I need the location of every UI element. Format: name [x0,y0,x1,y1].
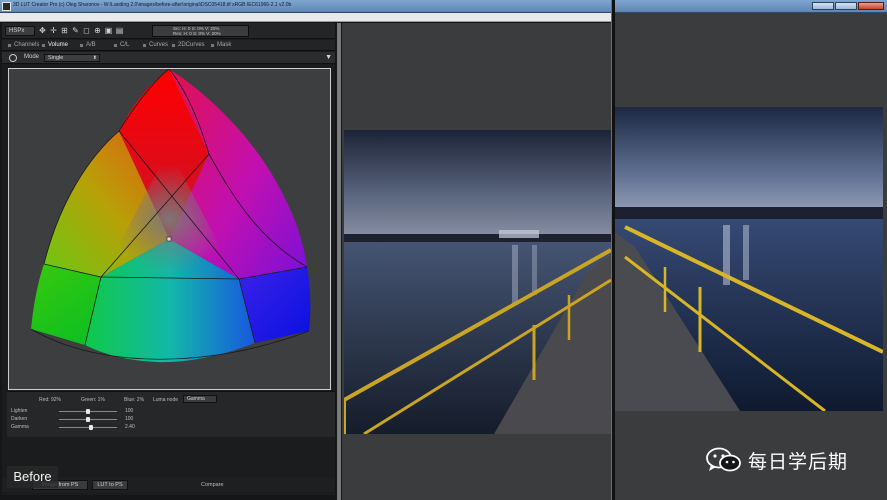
color-readout: Src: H: 0 S: 0% V: 20% Res: H: 0 S: 0% V… [152,25,249,37]
before-photo [344,130,611,434]
result-readout: Res: H: 0 S: 0% V: 20% [173,31,221,36]
tab-channels[interactable]: Channels [8,41,39,50]
mode-circle-icon[interactable] [9,54,17,62]
lighten-value: 100 [125,408,134,414]
green-value: Green: 1% [81,397,105,403]
image-viewer-after [615,13,887,500]
darken-label: Darken [11,416,28,422]
move-tool-icon[interactable]: ✥ [38,26,47,36]
adjust-panel: Red: 92% Green: 1% Blue: 2% Luma node Ga… [7,391,335,437]
after-photo [615,107,883,411]
mode-select[interactable]: Single [44,54,100,62]
zoom-tool-icon[interactable]: ⊕ [93,26,102,36]
tool-panel: HSPx ✥ ✛ ⊞ ✎ ◻ ⊕ ▣ ▤ Src: H: 0 S: 0% V: … [2,23,335,495]
app-icon [2,2,11,11]
app-window: 3D LUT Creator Pro (c) Oleg Sharonov - W… [0,0,887,500]
maximize-button[interactable] [835,2,857,10]
gamma-value: 2.40 [125,424,135,430]
watermark: 每日学后期 [706,447,848,473]
grid-tool-icon[interactable]: ⊞ [60,26,69,36]
watermark-text: 每日学后期 [748,451,849,473]
picture-tool-icon[interactable]: ▣ [104,26,113,36]
gamma-label: Gamma [11,424,29,430]
darken-value: 100 [125,416,134,422]
title-bar: 3D LUT Creator Pro (c) Oleg Sharonov - W… [0,0,887,13]
close-button[interactable] [858,2,884,10]
tab-2dcurves[interactable]: 2DCurves [172,41,205,50]
move-points-tool-icon[interactable]: ✛ [49,26,58,36]
lighten-slider-knob[interactable] [86,409,90,414]
tab-volume[interactable]: Volume [42,41,68,50]
luma-node-select[interactable]: Gamma [183,395,217,403]
volume-center-handle[interactable] [166,236,172,242]
wechat-icon [706,447,742,473]
reset-tool-icon[interactable]: ▤ [115,26,124,36]
minimize-button[interactable] [812,2,834,10]
mode-label: Mode [24,54,40,60]
tab-ab[interactable]: A/B [80,41,96,50]
tab-bar: Channels Volume A/B C/L Curves 2DCurves … [2,40,335,51]
color-volume-plot[interactable] [9,69,330,389]
toolbar: HSPx ✥ ✛ ⊞ ✎ ◻ ⊕ ▣ ▤ Src: H: 0 S: 0% V: … [2,23,335,39]
compare-button[interactable]: Compare [201,482,224,488]
image-viewer-before [342,23,611,500]
panel-menu-icon[interactable]: ▼ [325,54,332,61]
window-title: 3D LUT Creator Pro (c) Oleg Sharonov - W… [13,2,292,8]
lut-to-ps-button[interactable]: LUT to PS [92,480,128,490]
tab-mask[interactable]: Mask [211,41,231,50]
gamma-slider-knob[interactable] [88,425,93,430]
eyedropper-tool-icon[interactable]: ✎ [71,26,80,36]
panel-splitter[interactable] [337,23,341,500]
lighten-label: Lighten [11,408,28,414]
colorspace-select[interactable]: HSPx [5,26,35,36]
selection-tool-icon[interactable]: ◻ [82,26,91,36]
tab-curves[interactable]: Curves [143,41,168,50]
before-overlay-label: Before [7,466,58,488]
luma-label: Luma node [153,397,179,403]
mode-bar: Mode Single ▼ [2,52,335,64]
volume-canvas[interactable] [8,68,331,390]
blue-value: Blue: 2% [124,397,145,403]
tab-cl[interactable]: C/L [114,41,129,50]
darken-slider-knob[interactable] [86,417,90,422]
red-value: Red: 92% [39,397,61,403]
menu-bar: FileEditImageViewWindowHelp [0,13,612,28]
